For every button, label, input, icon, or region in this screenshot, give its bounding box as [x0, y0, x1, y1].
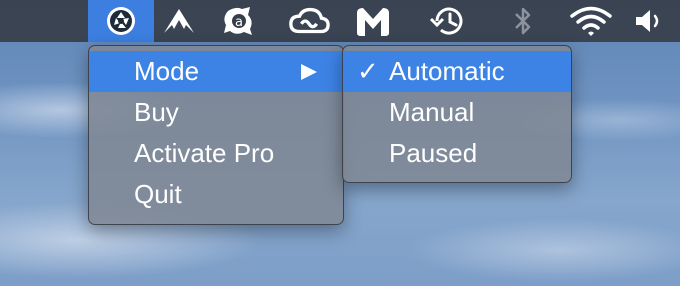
menu-item-buy[interactable]: Buy [89, 92, 343, 133]
submenu-item-paused-label: Paused [389, 138, 478, 168]
mode-submenu: ✓ Automatic Manual Paused [342, 45, 572, 183]
submenu-item-automatic[interactable]: ✓ Automatic [343, 51, 571, 92]
submenu-item-manual[interactable]: Manual [343, 92, 571, 133]
menu-item-activate-pro[interactable]: Activate Pro [89, 133, 343, 174]
nordvpn-icon[interactable] [158, 0, 200, 42]
checkmark-icon: ✓ [357, 56, 379, 86]
submenu-item-paused[interactable]: Paused [343, 133, 571, 174]
avast-icon[interactable]: a [218, 0, 260, 42]
svg-text:a: a [235, 15, 243, 30]
menu-bar: a [0, 0, 680, 42]
menu-item-mode[interactable]: Mode [89, 51, 343, 92]
volume-icon[interactable] [630, 0, 670, 42]
menu-item-buy-label: Buy [134, 97, 179, 127]
bluetooth-icon[interactable] [502, 0, 544, 42]
creative-cloud-icon[interactable] [288, 0, 330, 42]
menu-item-mode-label: Mode [134, 56, 200, 86]
malwarebytes-icon[interactable] [352, 0, 394, 42]
menu-item-quit[interactable]: Quit [89, 174, 343, 215]
wifi-icon[interactable] [566, 0, 616, 42]
menu-item-activate-pro-label: Activate Pro [134, 138, 275, 168]
submenu-item-manual-label: Manual [389, 97, 475, 127]
app-dropdown-menu: Mode Buy Activate Pro Quit [88, 45, 344, 225]
submenu-item-automatic-label: Automatic [389, 56, 505, 86]
time-machine-icon[interactable] [428, 0, 470, 42]
submenu-arrow-icon [301, 64, 317, 80]
menu-item-quit-label: Quit [134, 179, 182, 209]
aperture-app-icon[interactable] [88, 0, 154, 42]
